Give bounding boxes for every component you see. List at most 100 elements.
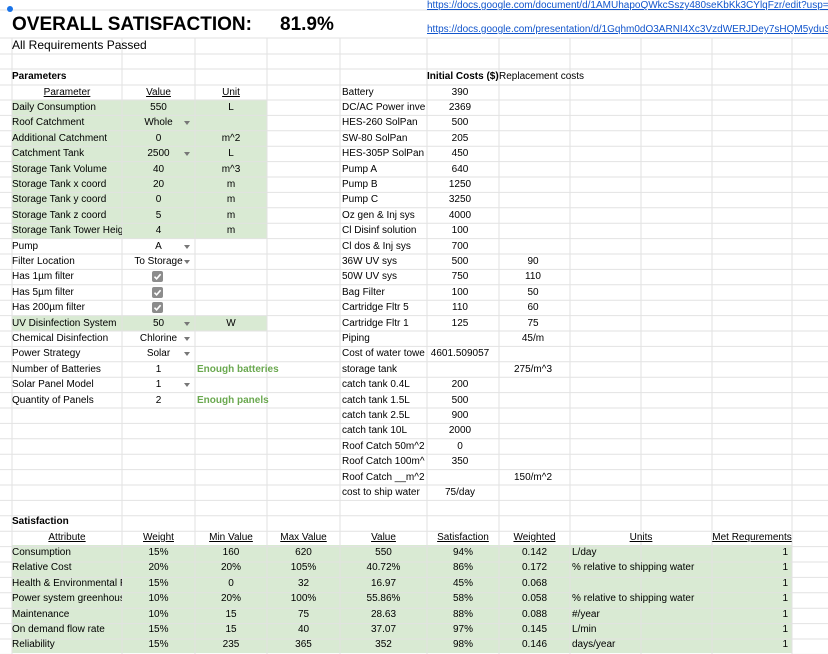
cost-item: catch tank 1.5L xyxy=(342,394,410,406)
parameter-value[interactable]: 4 xyxy=(122,223,195,238)
cost-item: DC/AC Power inver xyxy=(342,102,425,113)
satisfaction-column-header: Attribute xyxy=(48,531,86,543)
parameter-name: Storage Tank x coord xyxy=(12,179,107,190)
checkmark-icon xyxy=(153,289,162,296)
parameter-value[interactable]: 20 xyxy=(122,177,195,192)
parameter-name: Storage Tank Tower Heigh xyxy=(12,225,122,237)
cost-item: cost to ship water xyxy=(342,487,420,498)
initial-cost: 75/day xyxy=(444,487,476,498)
satisfaction-max-cell: 105% xyxy=(290,562,317,574)
presentation-link[interactable]: https://docs.google.com/presentation/d/1… xyxy=(427,22,828,37)
satisfaction-met-cell: 1 xyxy=(782,624,788,635)
parameter-value[interactable]: 0 xyxy=(122,131,195,146)
satisfaction-units-cell: #/year xyxy=(572,608,600,620)
checkmark-icon xyxy=(153,304,162,312)
overall-satisfaction-title: OVERALL SATISFACTION: xyxy=(12,14,252,35)
parameter-name: Has 5µm filter xyxy=(12,286,74,298)
satisfaction-attribute-cell: Consumption xyxy=(12,547,71,558)
cost-item: Pump A xyxy=(342,163,378,175)
initial-cost: 700 xyxy=(451,240,469,252)
filter-checkbox[interactable] xyxy=(152,286,163,298)
parameter-name: Catchment Tank xyxy=(12,148,85,160)
parameter-name: Pump xyxy=(12,240,39,252)
parameter-name: Chemical Disinfection xyxy=(12,333,109,344)
satisfaction-satisfaction-cell: 97% xyxy=(452,624,473,635)
parameter-name: Filter Location xyxy=(12,256,75,267)
satisfaction-met-cell: 1 xyxy=(782,547,788,558)
cost-item: SW-80 SolPan xyxy=(342,132,408,144)
dropdown-arrow-icon[interactable] xyxy=(184,383,190,388)
cost-item: Piping xyxy=(342,333,370,344)
satisfaction-column-header: Weighted xyxy=(513,531,556,543)
satisfaction-value-cell: 16.97 xyxy=(370,577,397,589)
initial-cost: 350 xyxy=(451,456,469,468)
initial-cost: 500 xyxy=(451,117,469,129)
parameter-value[interactable]: 0 xyxy=(122,192,195,207)
satisfaction-min-cell: 20% xyxy=(220,562,241,574)
parameters-section-title: Parameters xyxy=(12,71,67,82)
initial-cost: 750 xyxy=(451,271,469,283)
document-link[interactable]: https://docs.google.com/document/d/1AMUh… xyxy=(427,0,828,13)
satisfaction-weight-cell: 15% xyxy=(148,639,169,651)
initial-cost: 100 xyxy=(451,225,469,237)
satisfaction-weighted-cell: 0.058 xyxy=(521,593,548,605)
replacement-costs-header: Replacement costs xyxy=(499,71,585,82)
dropdown-arrow-icon[interactable] xyxy=(184,321,190,326)
filter-checkbox[interactable] xyxy=(152,271,163,283)
initial-cost: 390 xyxy=(451,86,469,98)
satisfaction-weight-cell: 15% xyxy=(148,547,169,558)
parameter-value[interactable]: 1 xyxy=(122,362,195,377)
satisfaction-value-cell: 40.72% xyxy=(366,562,401,574)
satisfaction-min-cell: 160 xyxy=(222,547,240,558)
satisfaction-weighted-cell: 0.142 xyxy=(521,547,548,558)
satisfaction-max-cell: 40 xyxy=(297,624,310,635)
parameter-name: Number of Batteries xyxy=(12,363,101,375)
parameter-name: Solar Panel Model xyxy=(12,379,94,391)
parameter-value[interactable]: 2 xyxy=(122,393,195,408)
parameter-unit: m xyxy=(226,225,236,237)
satisfaction-min-cell: 235 xyxy=(222,639,240,651)
satisfaction-attribute-cell: Power system greenhouse xyxy=(12,593,122,605)
satisfaction-min-cell: 15 xyxy=(225,608,237,620)
satisfaction-satisfaction-cell: 94% xyxy=(452,547,473,558)
satisfaction-units-cell: L/min xyxy=(572,624,597,635)
parameter-name: Storage Tank y coord xyxy=(12,194,107,206)
replacement-cost: 275/m^3 xyxy=(513,363,553,375)
parameter-unit: L xyxy=(228,102,234,113)
filter-checkbox[interactable] xyxy=(152,302,163,314)
parameter-value[interactable]: 550 xyxy=(122,100,195,115)
parameter-name: Quantity of Panels xyxy=(12,394,94,406)
initial-cost: 2000 xyxy=(448,425,472,437)
satisfaction-max-cell: 620 xyxy=(295,547,312,558)
initial-cost: 640 xyxy=(451,163,469,175)
cost-item: catch tank 2.5L xyxy=(342,410,410,421)
requirements-status: All Requirements Passed xyxy=(12,38,147,52)
cost-item: Battery xyxy=(342,86,374,98)
dropdown-arrow-icon[interactable] xyxy=(184,152,190,157)
satisfaction-met-cell: 1 xyxy=(782,577,788,589)
cost-item: Cost of water tower xyxy=(342,348,425,360)
cost-item: Cartridge Fltr 5 xyxy=(342,302,409,314)
initial-cost: 500 xyxy=(451,394,469,406)
parameter-name: Has 1µm filter xyxy=(12,271,74,283)
parameter-value[interactable]: 40 xyxy=(122,162,195,177)
satisfaction-section-title: Satisfaction xyxy=(12,516,69,527)
initial-costs-header: Initial Costs ($) xyxy=(427,71,499,82)
dropdown-arrow-icon[interactable] xyxy=(184,337,190,341)
satisfaction-attribute-cell: Reliability xyxy=(12,639,55,651)
satisfaction-satisfaction-cell: 58% xyxy=(452,593,473,605)
satisfaction-column-header: Max Value xyxy=(280,531,327,543)
cost-item: Roof Catch 50m^2 xyxy=(342,440,425,452)
initial-cost: 4000 xyxy=(448,209,472,221)
satisfaction-units-cell: days/year xyxy=(572,639,616,651)
dropdown-arrow-icon[interactable] xyxy=(184,352,190,357)
initial-cost: 450 xyxy=(451,148,469,160)
dropdown-arrow-icon[interactable] xyxy=(184,121,190,126)
satisfaction-satisfaction-cell: 45% xyxy=(452,577,473,589)
dropdown-arrow-icon[interactable] xyxy=(184,244,190,249)
satisfaction-weight-cell: 15% xyxy=(148,577,169,589)
satisfaction-units-cell: % relative to shipping water xyxy=(572,593,695,605)
dropdown-arrow-icon[interactable] xyxy=(184,260,190,264)
parameter-value[interactable]: 5 xyxy=(122,208,195,223)
satisfaction-value-cell: 28.63 xyxy=(370,608,397,620)
